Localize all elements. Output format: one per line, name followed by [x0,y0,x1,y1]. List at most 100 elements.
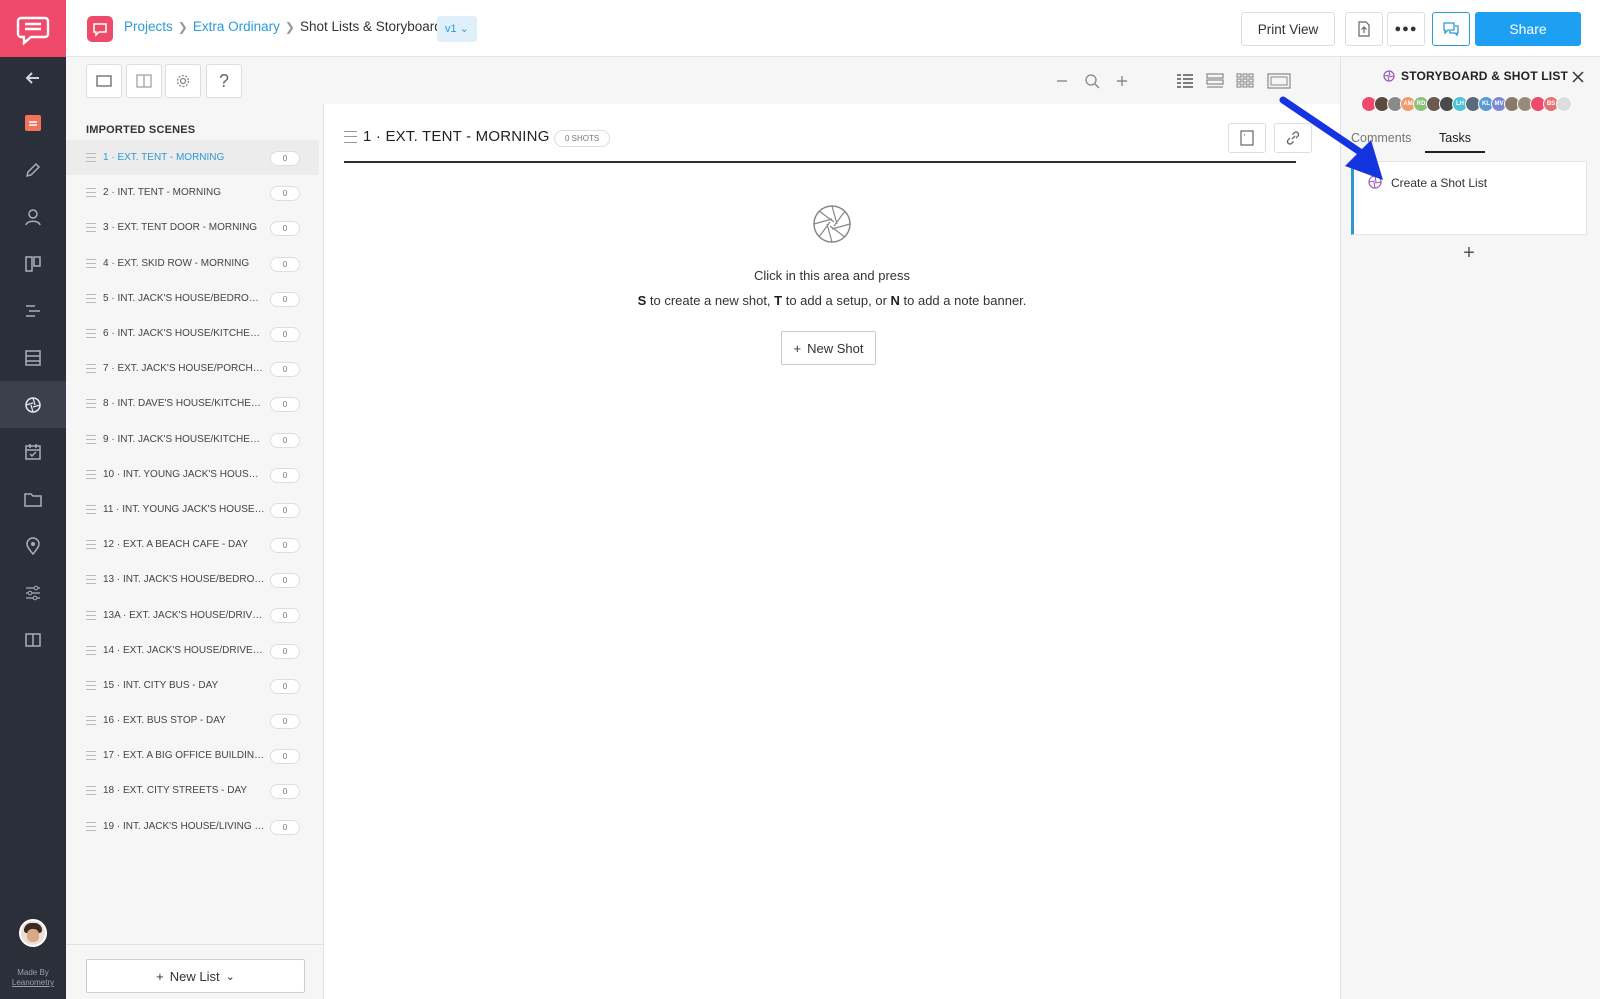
plus-icon: + [156,968,164,984]
drag-handle-icon[interactable] [86,680,96,690]
drag-handle-icon[interactable] [86,751,96,761]
share-link-button[interactable] [1274,123,1312,153]
scene-item[interactable]: 16 · EXT. BUS STOP - DAY 0 [66,703,319,738]
toggle-sidebar-button[interactable] [126,64,162,98]
comments-toggle-button[interactable] [1432,12,1470,46]
tab-comments[interactable]: Comments [1351,131,1411,145]
version-dropdown[interactable]: v1 ⌄ [437,16,477,42]
drag-handle-icon[interactable] [86,293,96,303]
nav-contacts[interactable] [0,193,66,240]
made-by-link[interactable]: Leanometry [0,978,66,988]
shot-count-badge: 0 [270,819,300,835]
more-options-button[interactable]: ●●● [1387,12,1425,46]
drag-handle-icon[interactable] [86,716,96,726]
scene-item[interactable]: 3 · EXT. TENT DOOR - MORNING 0 [66,210,319,245]
view-grid-icon[interactable] [1234,71,1256,91]
view-list-icon[interactable] [1204,71,1226,91]
drag-handle-icon[interactable] [344,131,357,143]
file-export-icon [1358,21,1370,37]
scene-item[interactable]: 17 · EXT. A BIG OFFICE BUILDING - ... 0 [66,738,319,773]
scene-item[interactable]: 9 · INT. JACK'S HOUSE/KITCHEN/TA... 0 [66,422,319,457]
scene-item[interactable]: 4 · EXT. SKID ROW - MORNING 0 [66,246,319,281]
scene-item[interactable]: 1 · EXT. TENT - MORNING 0 [66,140,319,176]
scene-item[interactable]: 13A · EXT. JACK'S HOUSE/DRIVEWA... 0 [66,597,319,632]
help-button[interactable]: ? [206,64,242,98]
scene-item[interactable]: 13 · INT. JACK'S HOUSE/BEDROOM... 0 [66,562,319,597]
new-shot-button[interactable]: + New Shot [781,331,876,365]
nav-overview[interactable] [0,99,66,146]
shot-count-badge: 0 [270,502,300,518]
nav-breakdown[interactable] [0,334,66,381]
breadcrumb-project[interactable]: Extra Ordinary [193,19,280,34]
breadcrumb-projects[interactable]: Projects [124,19,173,34]
scene-item[interactable]: 6 · INT. JACK'S HOUSE/KITCHEN - ... 0 [66,316,319,351]
nav-boards[interactable] [0,240,66,287]
project-icon[interactable] [87,16,113,42]
drag-handle-icon[interactable] [86,786,96,796]
drag-handle-icon[interactable] [86,540,96,550]
export-button[interactable] [1345,12,1383,46]
view-presentation-icon[interactable] [1266,71,1292,91]
drag-handle-icon[interactable] [86,329,96,339]
scene-name: 16 · EXT. BUS STOP - DAY [103,715,226,727]
drag-handle-icon[interactable] [86,575,96,585]
studiobinder-logo[interactable] [0,0,66,57]
scene-item[interactable]: 11 · INT. YOUNG JACK'S HOUSE/KI... 0 [66,492,319,527]
scene-item[interactable]: 14 · EXT. JACK'S HOUSE/DRIVEWAY 0 [66,633,319,668]
scene-item[interactable]: 7 · EXT. JACK'S HOUSE/PORCH - M... 0 [66,351,319,386]
nav-calendar[interactable] [0,428,66,475]
task-card[interactable]: Create a Shot List [1351,161,1587,235]
scene-item[interactable]: 15 · INT. CITY BUS - DAY 0 [66,668,319,703]
scene-item[interactable]: 5 · INT. JACK'S HOUSE/BEDROOM - ... 0 [66,281,319,316]
scene-item[interactable]: 18 · EXT. CITY STREETS - DAY 0 [66,773,319,808]
view-list-detailed-icon[interactable] [1174,71,1196,91]
drag-handle-icon[interactable] [86,821,96,831]
nav-stripboard[interactable] [0,287,66,334]
toggle-frame-button[interactable] [86,64,122,98]
drag-handle-icon[interactable] [86,434,96,444]
drag-handle-icon[interactable] [86,610,96,620]
columns-icon [136,74,152,88]
plus-icon: + [793,340,802,356]
drag-handle-icon[interactable] [86,258,96,268]
drag-handle-icon[interactable] [86,469,96,479]
nav-settings[interactable] [0,569,66,616]
settings-button[interactable] [165,64,201,98]
drag-handle-icon[interactable] [86,153,96,163]
close-icon[interactable] [1569,68,1587,86]
scene-details-button[interactable] [1228,123,1266,153]
scene-item[interactable]: 19 · INT. JACK'S HOUSE/LIVING RO... 0 [66,809,319,844]
drag-handle-icon[interactable] [86,223,96,233]
print-view-button[interactable]: Print View [1241,12,1335,46]
drag-handle-icon[interactable] [86,504,96,514]
collaborator-avatar[interactable] [1556,96,1572,112]
nav-locations[interactable] [0,522,66,569]
chevron-right-icon: ❯ [177,19,188,34]
nav-help[interactable] [0,616,66,663]
version-label: v1 [445,23,457,35]
share-button[interactable]: Share [1475,12,1581,46]
aperture-icon [1368,175,1382,189]
zoom-search-icon[interactable] [1081,71,1103,91]
nav-files[interactable] [0,475,66,522]
scene-item[interactable]: 2 · INT. TENT - MORNING 0 [66,175,319,210]
nav-shot-list[interactable] [0,381,66,428]
scene-item[interactable]: 12 · EXT. A BEACH CAFE - DAY 0 [66,527,319,562]
drag-handle-icon[interactable] [86,188,96,198]
scene-item[interactable]: 10 · INT. YOUNG JACK'S HOUSE/KI... 0 [66,457,319,492]
frame-icon [96,75,112,87]
drag-handle-icon[interactable] [86,364,96,374]
back-arrow-icon[interactable] [0,57,66,99]
zoom-in-icon[interactable] [1111,71,1133,91]
add-task-button[interactable]: + [1459,242,1479,264]
tab-tasks[interactable]: Tasks [1425,131,1485,153]
user-avatar[interactable] [19,919,47,947]
shot-list-canvas[interactable]: 1 · EXT. TENT - MORNING 0 SHOTS Click in… [324,104,1340,999]
drag-handle-icon[interactable] [86,399,96,409]
nav-script[interactable] [0,146,66,193]
shortcut-text-1: to create a new shot, [646,293,775,308]
scene-item[interactable]: 8 · INT. DAVE'S HOUSE/KITCHEN - ... 0 [66,386,319,421]
new-list-button[interactable]: + New List ⌄ [86,959,305,993]
drag-handle-icon[interactable] [86,645,96,655]
zoom-out-icon[interactable] [1051,71,1073,91]
